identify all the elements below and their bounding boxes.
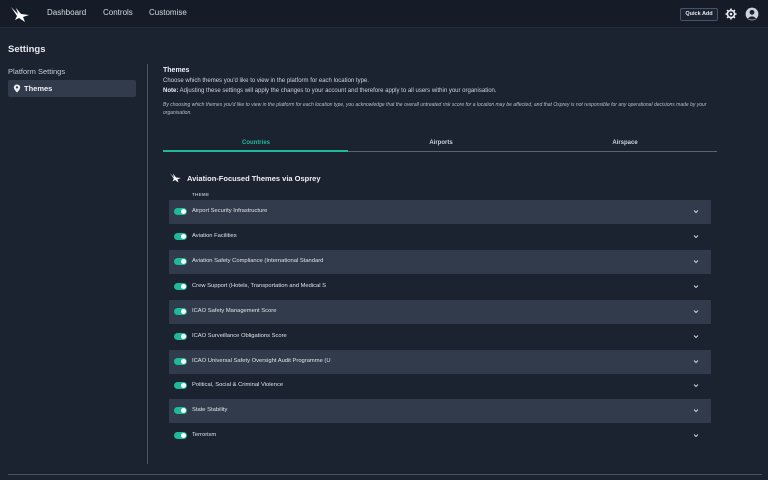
chevron-down-icon[interactable] [693,259,699,264]
tab-countries[interactable]: Countries [196,140,316,146]
map-pin-icon [13,84,21,93]
sidebar-item-label: Themes [24,84,53,93]
user-avatar-icon[interactable] [745,7,759,21]
theme-row[interactable]: Crew Support (Hotels, Transportation and… [169,275,711,299]
sidebar-item-themes[interactable]: Themes [8,80,136,97]
quick-add-button[interactable]: Quick Add [680,8,718,21]
chevron-down-icon[interactable] [693,383,699,388]
section-note: Note: Adjusting these settings will appl… [163,88,497,94]
theme-toggle[interactable] [174,432,187,439]
toggle-knob [181,259,186,264]
tab-airspace[interactable]: Airspace [565,140,685,146]
theme-label: Aviation Safety Compliance (Internationa… [192,258,324,264]
theme-row[interactable]: Airport Security Infrastructure [169,200,711,224]
toggle-knob [181,309,186,314]
theme-row[interactable]: Terrorism [169,424,711,448]
theme-label: ICAO Universal Safety Oversight Audit Pr… [192,358,331,364]
theme-row[interactable]: Aviation Facilities [169,225,711,249]
nav-link-dashboard[interactable]: Dashboard [47,8,86,17]
osprey-logo-icon[interactable] [9,5,31,23]
toggle-knob [181,209,186,214]
theme-label: Aviation Facilities [192,233,237,239]
toggle-knob [181,408,186,413]
theme-label: ICAO Safety Management Score [192,308,277,314]
chevron-down-icon[interactable] [693,433,699,438]
theme-row[interactable]: Political, Social & Criminal Violence [169,374,711,398]
theme-label: Crew Support (Hotels, Transportation and… [192,283,327,289]
toggle-knob [181,359,186,364]
section-title: Themes [163,67,190,74]
toggle-knob [181,334,186,339]
toggle-knob [181,383,186,388]
theme-row[interactable]: ICAO Universal Safety Oversight Audit Pr… [169,350,711,374]
theme-row[interactable]: ICAO Surveillance Obligations Score [169,325,711,349]
theme-toggle[interactable] [174,208,187,215]
chevron-down-icon[interactable] [693,334,699,339]
tab-airports[interactable]: Airports [381,140,501,146]
toggle-knob [181,234,186,239]
page-title: Settings [8,44,46,55]
theme-toggle[interactable] [174,382,187,389]
theme-label: ICAO Surveillance Obligations Score [192,333,287,339]
theme-toggle[interactable] [174,283,187,290]
theme-toggle[interactable] [174,308,187,315]
nav-link-customise[interactable]: Customise [149,8,187,17]
theme-label: Airport Security Infrastructure [192,208,268,214]
theme-label: State Stability [192,407,228,413]
note-text: Adjusting these settings will apply the … [178,88,497,94]
chevron-down-icon[interactable] [693,309,699,314]
theme-toggle[interactable] [174,258,187,265]
sidebar-heading: Platform Settings [8,67,66,76]
vertical-divider [147,64,148,464]
theme-toggle[interactable] [174,358,187,365]
section-disclaimer: By choosing which themes you'd like to v… [163,102,707,116]
footer-divider [8,474,762,475]
chevron-down-icon[interactable] [693,234,699,239]
theme-label: Terrorism [192,432,217,438]
section-description: Choose which themes you'd like to view i… [163,78,369,84]
chevron-down-icon[interactable] [693,408,699,413]
note-label: Note: [163,88,179,94]
nav-link-controls[interactable]: Controls [103,8,133,17]
theme-column-header: THEME [192,192,210,197]
theme-row[interactable]: ICAO Safety Management Score [169,300,711,324]
chevron-down-icon[interactable] [693,209,699,214]
theme-row[interactable]: State Stability [169,399,711,423]
osprey-logo-icon [170,173,181,183]
theme-row[interactable]: Aviation Safety Compliance (Internationa… [169,250,711,274]
active-tab-indicator [163,150,348,152]
chevron-down-icon[interactable] [693,284,699,289]
theme-toggle[interactable] [174,333,187,340]
top-navigation-bar: Dashboard Controls Customise Quick Add [0,0,768,28]
chevron-down-icon[interactable] [693,359,699,364]
gear-icon[interactable] [725,8,737,20]
toggle-knob [181,433,186,438]
theme-group-title: Aviation-Focused Themes via Osprey [187,174,321,183]
theme-toggle[interactable] [174,407,187,414]
theme-label: Political, Social & Criminal Violence [192,382,284,388]
toggle-knob [181,284,186,289]
theme-toggle[interactable] [174,233,187,240]
